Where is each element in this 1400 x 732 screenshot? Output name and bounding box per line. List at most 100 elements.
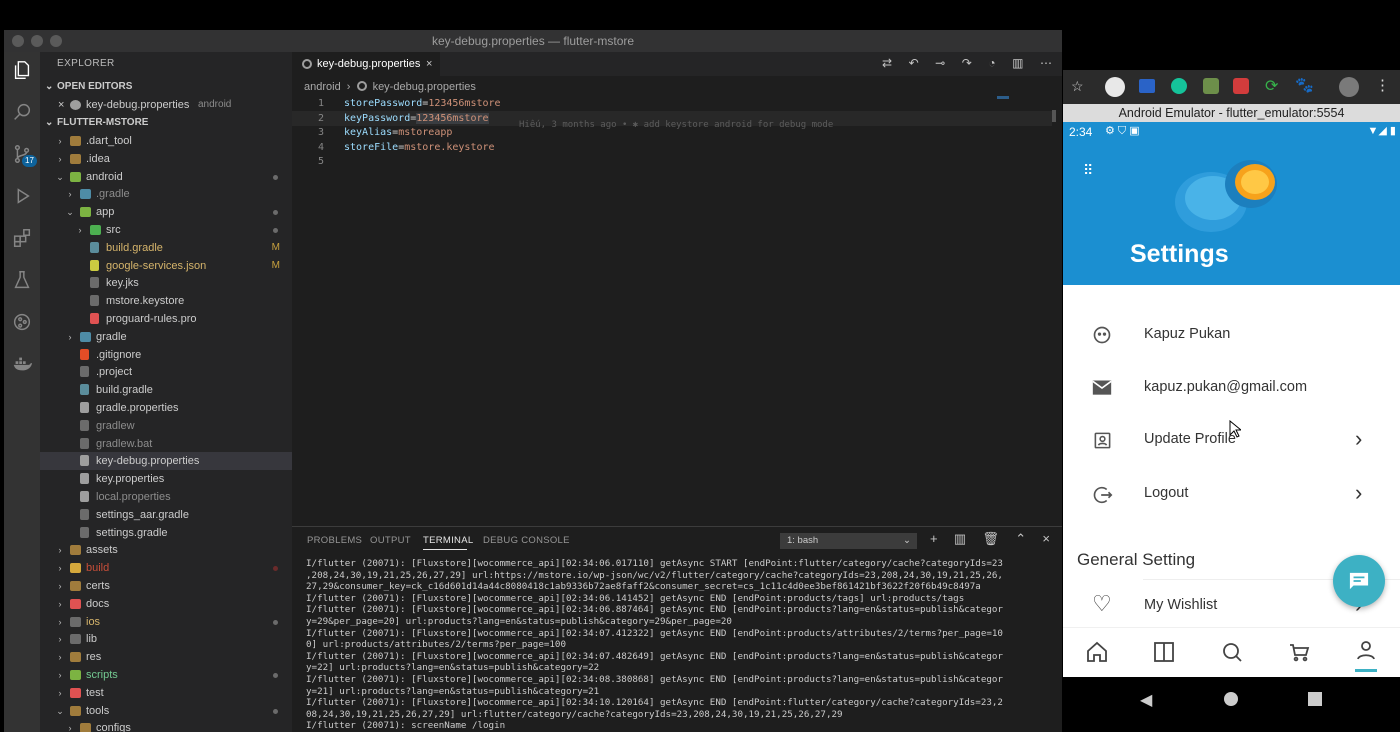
tree-folder[interactable]: › scripts <box>40 666 292 684</box>
close-icon[interactable]: × <box>58 96 64 114</box>
open-editor-item[interactable]: × key-debug.properties android <box>40 96 292 114</box>
git-modified-badge: M <box>271 259 280 271</box>
git-graph-icon[interactable] <box>10 310 34 334</box>
recents-icon[interactable] <box>1308 692 1322 706</box>
extensions-icon[interactable] <box>10 226 34 250</box>
tree-folder[interactable]: › src <box>40 221 292 239</box>
home-icon[interactable] <box>1085 640 1109 664</box>
tree-file[interactable]: gradlew <box>40 417 292 435</box>
terminal-line: I/flutter (20071): screenName /login <box>306 720 506 732</box>
refresh-icon[interactable]: ⟳ <box>1265 76 1278 96</box>
tree-folder[interactable]: ⌄ android <box>40 168 292 186</box>
tree-file[interactable]: local.properties <box>40 488 292 506</box>
git-status-dot <box>273 619 278 625</box>
tree-item-label: tools <box>86 704 110 717</box>
previous-change-icon[interactable]: ↶ <box>909 56 919 72</box>
extension-icon[interactable] <box>1233 78 1249 94</box>
grammarly-icon[interactable] <box>1171 78 1187 94</box>
open-editors-section[interactable]: ⌄ OPEN EDITORS <box>40 78 292 96</box>
close-tab-icon[interactable]: × <box>426 52 432 76</box>
tab-terminal[interactable]: TERMINAL <box>423 535 473 546</box>
back-icon[interactable]: ◀ <box>1140 690 1152 710</box>
home-button-icon[interactable] <box>1224 692 1238 706</box>
translate-icon[interactable] <box>1139 79 1155 93</box>
scrollbar-thumb[interactable] <box>1052 110 1056 122</box>
window-title: key-debug.properties — flutter-mstore <box>431 34 635 48</box>
tree-folder[interactable]: › .dart_tool <box>40 132 292 150</box>
terminal-line: I/flutter (20071): [Fluxstore][wocommerc… <box>306 604 1003 616</box>
tab-debug-console[interactable]: DEBUG CONSOLE <box>483 535 570 546</box>
profile-icon[interactable] <box>1354 638 1378 662</box>
tree-folder[interactable]: › docs <box>40 595 292 613</box>
maximize-panel-icon[interactable]: ⌃ <box>1015 531 1026 549</box>
cart-icon[interactable] <box>1287 640 1311 664</box>
tree-folder[interactable]: ⌄ tools <box>40 702 292 720</box>
tab-key-debug-properties[interactable]: key-debug.properties × <box>292 52 440 76</box>
tree-file[interactable]: settings_aar.gradle <box>40 506 292 524</box>
tree-file[interactable]: build.gradle <box>40 381 292 399</box>
tree-file[interactable]: settings.gradle <box>40 524 292 542</box>
tree-folder[interactable]: › res <box>40 648 292 666</box>
tree-folder[interactable]: › assets <box>40 541 292 559</box>
menu-icon[interactable]: ⋮ <box>1375 76 1390 94</box>
tree-folder[interactable]: › certs <box>40 577 292 595</box>
extension-icon[interactable] <box>1203 78 1219 94</box>
docker-icon[interactable] <box>10 352 34 376</box>
next-change-icon[interactable]: ↷ <box>962 56 972 72</box>
project-section[interactable]: ⌄ FLUTTER-MSTORE <box>40 114 292 132</box>
explorer-icon[interactable] <box>10 58 34 82</box>
tree-file[interactable]: proguard-rules.pro <box>40 310 292 328</box>
tree-folder[interactable]: › .idea <box>40 150 292 168</box>
search-icon[interactable] <box>10 100 34 124</box>
tree-file[interactable]: key.properties <box>40 470 292 488</box>
maximize-window-button[interactable] <box>50 35 62 47</box>
tree-file[interactable]: gradlew.bat <box>40 435 292 453</box>
tree-item-label: mstore.keystore <box>106 295 185 308</box>
tree-file[interactable]: key.jks <box>40 274 292 292</box>
tree-file[interactable]: google-services.json M <box>40 257 292 275</box>
avatar[interactable] <box>1339 77 1359 97</box>
open-changes-icon[interactable]: ⇄ <box>882 56 892 72</box>
terminal-select[interactable]: 1: bash ⌄ <box>780 533 917 549</box>
grid-menu-icon[interactable]: ⠿ <box>1083 162 1094 179</box>
tab-problems[interactable]: PROBLEMS <box>307 535 362 546</box>
tab-output[interactable]: OUTPUT <box>370 535 411 546</box>
code-editor[interactable]: android › key-debug.properties 1 storePas… <box>292 76 1062 526</box>
paw-icon[interactable]: 🐾 <box>1295 76 1314 94</box>
categories-icon[interactable] <box>1152 640 1176 664</box>
new-terminal-icon[interactable]: + <box>930 531 938 549</box>
tree-folder[interactable]: › gradle <box>40 328 292 346</box>
revert-icon[interactable]: ⊸ <box>935 56 945 72</box>
star-icon[interactable]: ☆ <box>1071 78 1084 95</box>
close-panel-icon[interactable]: × <box>1042 531 1050 549</box>
tree-file[interactable]: .project <box>40 363 292 381</box>
tree-file[interactable]: build.gradle M <box>40 239 292 257</box>
run-debug-icon[interactable] <box>10 184 34 208</box>
trash-icon[interactable]: 🗑 <box>982 531 999 549</box>
source-control-icon[interactable]: 17 <box>10 142 37 167</box>
split-terminal-icon[interactable]: ▥ <box>954 531 966 549</box>
extension-icon[interactable] <box>1105 77 1125 97</box>
tree-file[interactable]: .gitignore <box>40 346 292 364</box>
tree-folder[interactable]: › ios <box>40 613 292 631</box>
tree-folder[interactable]: › configs <box>40 719 292 732</box>
close-window-button[interactable] <box>12 35 24 47</box>
minimize-window-button[interactable] <box>31 35 43 47</box>
breadcrumb-folder[interactable]: android <box>304 81 341 93</box>
breadcrumb-file[interactable]: key-debug.properties <box>373 81 476 93</box>
tree-file[interactable]: gradle.properties <box>40 399 292 417</box>
more-actions-icon[interactable]: ⋯ <box>1040 56 1052 72</box>
tree-folder[interactable]: › build <box>40 559 292 577</box>
tree-folder[interactable]: ⌄ app <box>40 203 292 221</box>
tree-file[interactable]: mstore.keystore <box>40 292 292 310</box>
testing-flask-icon[interactable] <box>10 268 34 292</box>
tree-folder[interactable]: › .gradle <box>40 185 292 203</box>
chat-fab-button[interactable] <box>1333 555 1385 607</box>
split-editor-icon[interactable]: ▥ <box>1012 56 1023 72</box>
logout-row[interactable]: Logout › <box>1063 474 1400 514</box>
timeline-icon[interactable]: ◔ <box>988 56 995 72</box>
search-icon[interactable] <box>1220 640 1244 664</box>
tree-folder[interactable]: › test <box>40 684 292 702</box>
tree-folder[interactable]: › lib <box>40 630 292 648</box>
tree-file[interactable]: key-debug.properties <box>40 452 292 471</box>
